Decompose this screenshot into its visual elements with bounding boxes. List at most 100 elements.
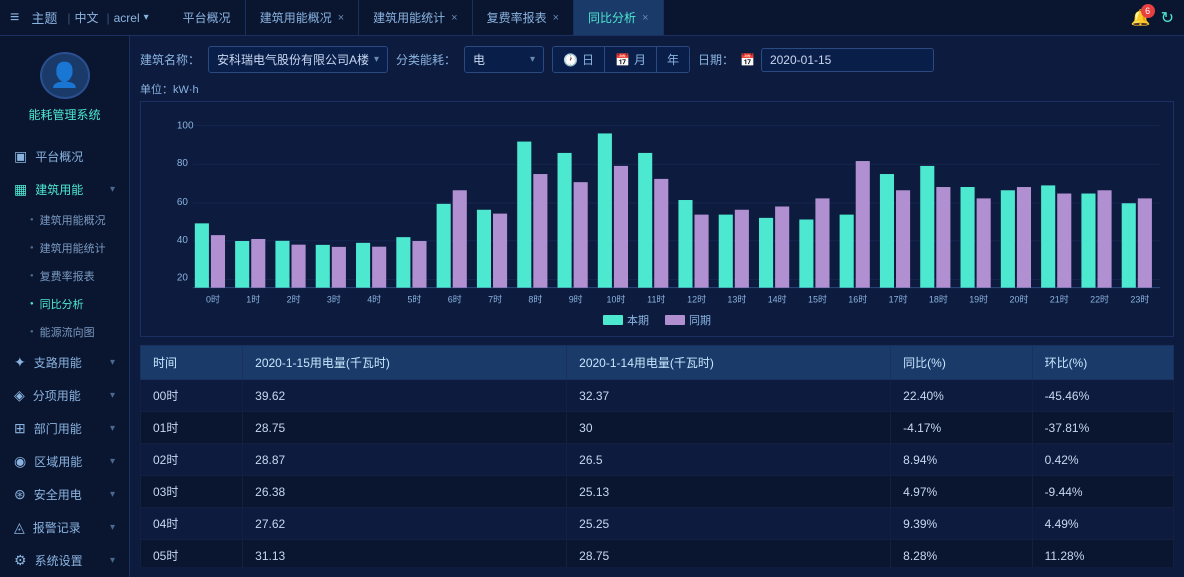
year-button[interactable]: 年 [657,47,689,72]
chart-x-label-0: 0时 [206,294,220,305]
category-label: 分类能耗： [396,51,456,68]
table-cell-0-2: 32.37 [567,380,891,412]
sidebar-item-5[interactable]: ◉ 区域用能 ▾ [0,445,129,478]
clock-button[interactable]: 🕐 日 [553,47,605,72]
date-input[interactable] [761,48,934,72]
topbar-right: 🔔 6 ↻ [1131,8,1174,28]
table-cell-1-1: 28.75 [243,412,567,444]
bar-current-1 [235,241,249,288]
sidebar-sub-item-1-0[interactable]: 建筑用能概况 [0,206,129,234]
system-title: 能耗管理系统 [28,107,100,124]
tab-复费率报表[interactable]: 复费率报表× [473,0,574,35]
content-area: 建筑名称： 安科瑞电气股份有限公司A楼 ▾ 分类能耗： 电 ▾ 🕐 日 📅 月 [130,36,1184,577]
nav-icon-5: ◉ [14,453,26,470]
svg-text:80: 80 [177,158,189,169]
bar-previous-2 [292,245,306,288]
bar-previous-10 [614,166,628,288]
tab-close-icon[interactable]: × [553,12,559,24]
building-select[interactable]: 安科瑞电气股份有限公司A楼 ▾ [208,46,388,73]
user-arrow-icon[interactable]: ▾ [144,12,149,23]
chart-x-label-23: 23时 [1130,294,1149,305]
table-header-2: 2020-1-14用电量(千瓦时) [567,346,891,380]
date-label: 日期： [698,51,734,68]
table-header-row: 时间2020-1-15用电量(千瓦时)2020-1-14用电量(千瓦时)同比(%… [141,346,1174,380]
table-cell-2-1: 28.87 [243,444,567,476]
nav-arrow-icon-8: ▾ [110,555,115,566]
nav-label-4: 部门用能 [34,420,82,437]
nav-label-8: 系统设置 [35,552,83,569]
chart-x-label-4: 4时 [367,294,381,305]
table-cell-2-0: 02时 [141,444,243,476]
category-value: 电 [473,51,485,68]
sidebar-item-7[interactable]: ◬ 报警记录 ▾ [0,511,129,544]
table-cell-4-4: 4.49% [1032,508,1173,540]
sidebar-item-2[interactable]: ✦ 支路用能 ▾ [0,346,129,379]
table-cell-0-0: 00时 [141,380,243,412]
sidebar-item-8[interactable]: ⚙ 系统设置 ▾ [0,544,129,577]
tab-建筑用能统计[interactable]: 建筑用能统计× [359,0,472,35]
chart-container: 100 80 60 40 20 0时1时2时3时4时5时6时7时8时9时10时1… [140,101,1174,337]
bar-previous-3 [332,247,346,288]
bar-previous-19 [977,198,991,287]
legend-current: 本期 [603,312,649,328]
bar-current-22 [1081,194,1095,288]
sidebar-sub-item-1-4[interactable]: 能源流向图 [0,318,129,346]
sidebar-sub-item-1-3[interactable]: 同比分析 [0,290,129,318]
nav-label-0: 平台概况 [35,148,83,165]
nav-icon-3: ◈ [14,387,25,404]
tab-平台概况[interactable]: 平台概况 [169,0,246,35]
sidebar-sub-item-1-2[interactable]: 复费率报表 [0,262,129,290]
bar-current-7 [477,210,491,288]
chart-x-label-15: 15时 [808,294,827,305]
bar-current-9 [558,153,572,288]
bar-current-5 [396,237,410,288]
year-btn-label: 年 [667,53,679,67]
table-row: 04时27.6225.259.39%4.49% [141,508,1174,540]
sidebar-item-3[interactable]: ◈ 分项用能 ▾ [0,379,129,412]
table-row: 01时28.7530-4.17%-37.81% [141,412,1174,444]
bar-current-3 [316,245,330,288]
notification-button[interactable]: 🔔 6 [1131,8,1151,28]
clock-icon: 🕐 [563,53,578,67]
data-table: 时间2020-1-15用电量(千瓦时)2020-1-14用电量(千瓦时)同比(%… [140,345,1174,567]
legend-previous-color [665,315,685,325]
bar-previous-17 [896,190,910,287]
bar-current-18 [920,166,934,288]
tab-close-icon[interactable]: × [338,12,344,24]
chart-x-label-22: 22时 [1090,294,1109,305]
bar-current-4 [356,243,370,288]
refresh-button[interactable]: ↻ [1161,8,1174,28]
table-cell-5-1: 31.13 [243,540,567,568]
user-avatar-icon: 👤 [50,61,80,90]
user-label[interactable]: acrel [114,11,140,25]
menu-icon[interactable]: ≡ [10,9,19,27]
legend-previous-label: 同期 [689,312,711,328]
building-select-arrow-icon: ▾ [374,54,379,65]
lang-switch[interactable]: 中文 [74,9,98,26]
chart-x-label-9: 9时 [569,294,583,305]
bar-previous-15 [815,198,829,287]
bar-previous-11 [654,179,668,288]
table-row: 05时31.1328.758.28%11.28% [141,540,1174,568]
sidebar-sub-item-1-1[interactable]: 建筑用能统计 [0,234,129,262]
legend-current-label: 本期 [627,312,649,328]
table-cell-4-2: 25.25 [567,508,891,540]
avatar: 👤 [40,52,90,99]
calendar-month-button[interactable]: 📅 月 [605,47,657,72]
sidebar-item-4[interactable]: ⊞ 部门用能 ▾ [0,412,129,445]
tab-close-icon[interactable]: × [451,12,457,24]
calendar-icon2: 📅 [740,53,755,67]
tab-建筑用能概况[interactable]: 建筑用能概况× [246,0,359,35]
building-label: 建筑名称： [140,51,200,68]
sidebar-item-6[interactable]: ⊛ 安全用电 ▾ [0,478,129,511]
tab-同比分析[interactable]: 同比分析× [574,0,663,35]
bar-previous-13 [735,210,749,288]
category-select[interactable]: 电 ▾ [464,46,544,73]
sidebar-item-0[interactable]: ▣ 平台概况 [0,140,129,173]
sidebar-item-1[interactable]: ▦ 建筑用能 ▾ [0,173,129,206]
nav-arrow-icon-7: ▾ [110,522,115,533]
tab-close-icon[interactable]: × [642,12,648,24]
nav-label-7: 报警记录 [33,519,81,536]
bar-current-23 [1122,203,1136,287]
table-header-1: 2020-1-15用电量(千瓦时) [243,346,567,380]
